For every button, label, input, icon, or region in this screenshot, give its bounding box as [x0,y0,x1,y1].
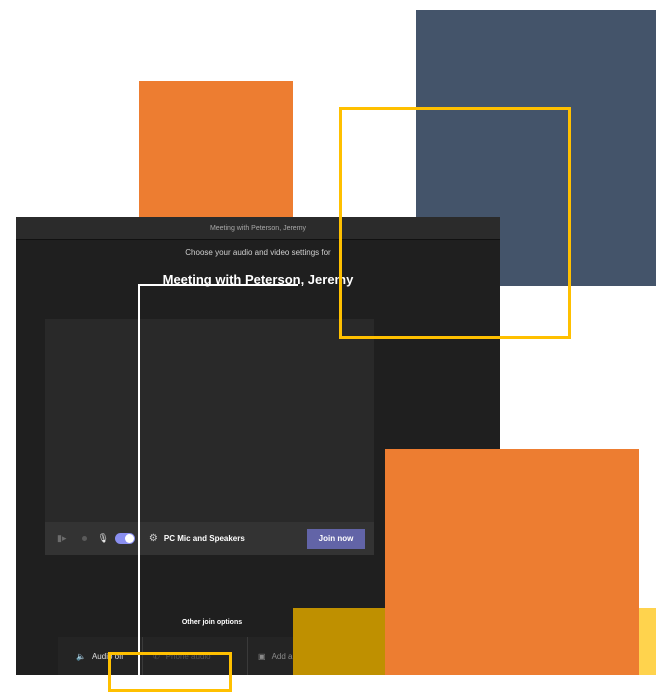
cast-icon: ▣ [258,651,266,661]
decor-gold-rect [293,608,385,675]
audio-device-label[interactable]: PC Mic and Speakers [164,534,245,543]
decor-yellow-frame-bottom [108,652,232,692]
decor-yellow-frame-top [339,107,571,339]
microphone-toggle[interactable] [114,533,135,544]
gear-icon[interactable]: ⚙ [149,533,158,544]
decor-yellow-rect [639,608,656,675]
microphone-icon: 🎙 [97,533,109,543]
decor-white-line-horizontal [138,284,298,286]
speaker-muted-icon: 🔈 [76,651,86,661]
decor-orange-square-bottom [385,449,639,675]
decor-white-line-vertical [138,284,140,675]
device-controls-bar: ▮▸ 🎙 ⚙ PC Mic and Speakers Join now [45,522,374,555]
camera-toggle[interactable] [82,536,88,541]
window-title: Meeting with Peterson, Jeremy [209,224,307,232]
video-preview [45,319,374,555]
decor-orange-square-top [139,81,293,221]
join-now-button[interactable]: Join now [307,528,365,549]
camera-off-icon[interactable]: ▮▸ [57,533,66,544]
